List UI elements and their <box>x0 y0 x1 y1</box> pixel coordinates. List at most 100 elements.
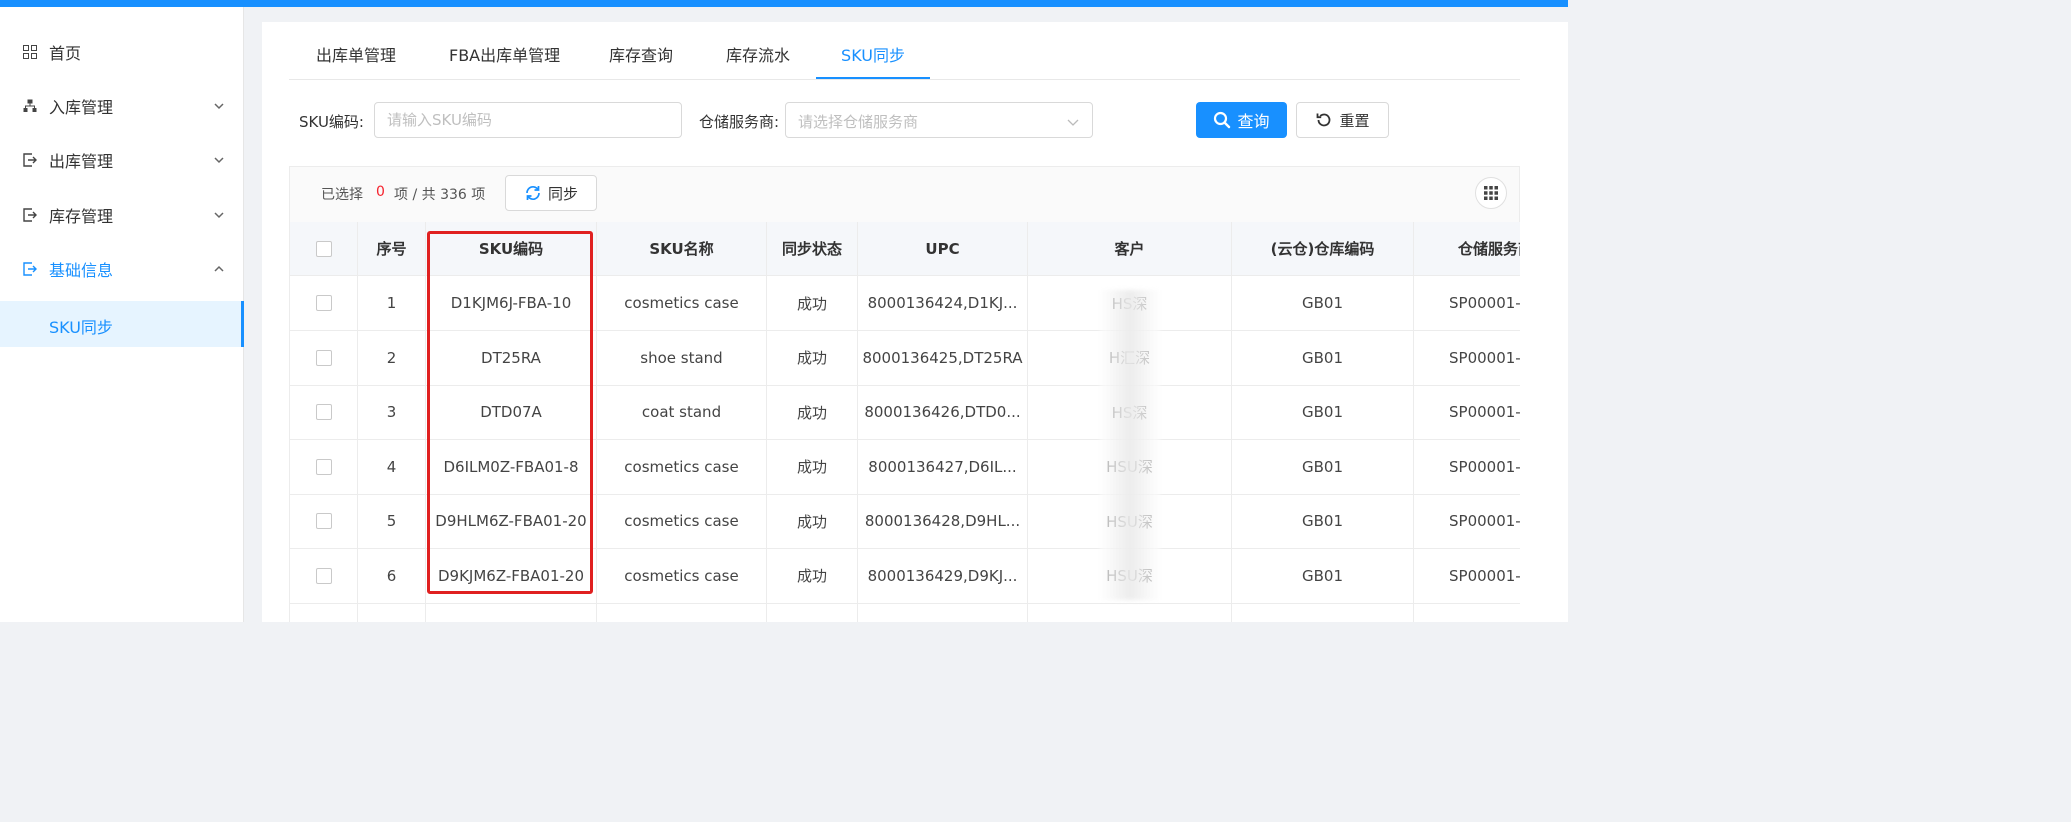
table-cell <box>426 603 597 622</box>
selection-total: 项 / 共 336 项 <box>394 187 486 203</box>
table-row[interactable]: 4 D6ILM0Z-FBA01-8 cosmetics case 成功 80001364… <box>289 439 1520 495</box>
table-row[interactable]: 1 D1KJM6J-FBA-10 cosmetics case 成功 800013642… <box>289 276 1520 331</box>
cell-sync-status: 成功 <box>767 276 858 330</box>
row-checkbox[interactable] <box>315 458 332 475</box>
row-checkbox[interactable] <box>315 404 332 420</box>
tab-sku-sync[interactable]: SKU同步 <box>816 34 930 79</box>
sidebar-subitem-sku-sync[interactable]: SKU同步 <box>0 301 244 347</box>
row-checkbox[interactable] <box>315 295 332 311</box>
chevron-up-icon <box>214 265 224 272</box>
column-settings-button[interactable] <box>1475 177 1507 209</box>
sync-button-label: 同步 <box>547 185 578 203</box>
cell-provider: SP00001-(...) <box>1414 385 1520 439</box>
header-warehouse-code: (云仓)仓库编码 <box>1232 222 1414 275</box>
row-select-cell <box>289 603 358 622</box>
cell-sku-name: shoe stand <box>597 330 767 385</box>
row-checkbox[interactable] <box>315 349 332 366</box>
table-cell <box>767 603 858 622</box>
cell-upc: 8000136427,D6IL... <box>858 439 1028 494</box>
tab-inventory-flow[interactable]: 库存流水 <box>726 34 790 79</box>
cell-sync-status: 成功 <box>767 548 858 603</box>
cell-sku-name: coat stand <box>597 385 767 439</box>
sidebar-item-inbound[interactable]: 入库管理 <box>0 79 243 133</box>
sidebar-item-basic-info[interactable]: 基础信息 <box>0 242 243 296</box>
sidebar-item-outbound[interactable]: 出库管理 <box>0 133 243 187</box>
top-accent-bar <box>0 0 1568 7</box>
cell-index: 5 <box>358 494 426 548</box>
cell-upc: 8000136428,D9HL... <box>858 494 1028 548</box>
header-sku-code: SKU编码 <box>426 222 597 275</box>
cell-sku-name: cosmetics case <box>597 439 767 494</box>
row-checkbox[interactable] <box>315 513 332 529</box>
cell-upc: 8000136429,D9KJ... <box>858 548 1028 603</box>
sync-button[interactable]: 同步 <box>505 175 597 211</box>
sidebar-item-home[interactable]: 首页 <box>0 25 243 79</box>
table-cell <box>358 603 426 622</box>
query-button-label: 查询 <box>1237 114 1270 131</box>
tab-inventory-query[interactable]: 库存查询 <box>609 34 673 79</box>
tab-fba-outbound-orders[interactable]: FBA出库单管理 <box>449 34 560 79</box>
exit-icon <box>22 152 38 168</box>
table-header-row: 序号 SKU编码 SKU名称 同步状态 UPC 客户 (云仓)仓库编码 仓储服务… <box>289 222 1520 276</box>
sidebar: 首页 入库管理 出库管理 库存管理 基础信息 SKU同步 <box>0 7 244 622</box>
header-upc: UPC <box>858 222 1028 275</box>
selection-count: 0 <box>376 184 385 200</box>
select-all-checkbox[interactable] <box>315 240 332 257</box>
cell-warehouse-code: GB01 <box>1232 330 1414 385</box>
table-row[interactable]: 2DT25RAshoe stand成功8000136425,DT25RAH汇深G… <box>289 330 1520 386</box>
sidebar-item-inventory[interactable]: 库存管理 <box>0 188 243 242</box>
cell-provider: SP00001-(...) <box>1414 549 1520 603</box>
cell-index: 1 <box>358 276 426 330</box>
cell-sku-code: D9KJM6Z-FBA01-20 <box>426 548 597 603</box>
table-cell <box>1414 603 1520 622</box>
table-row[interactable]: 6 D9KJM6Z-FBA01-20 cosmetics case 成功 8000136… <box>289 548 1520 604</box>
cell-warehouse-code: GB01 <box>1232 276 1414 330</box>
table-cell <box>597 603 767 622</box>
cell-sync-status: 成功 <box>767 439 858 494</box>
sidebar-item-label: 入库管理 <box>49 98 114 117</box>
row-select-cell <box>289 276 358 330</box>
provider-label: 仓储服务商: <box>699 113 780 131</box>
sidebar-item-label: 首页 <box>49 44 82 63</box>
row-select-cell <box>289 330 358 385</box>
cell-sync-status: 成功 <box>767 330 858 385</box>
cell-warehouse-code: GB01 <box>1232 548 1414 603</box>
sku-table: 序号 SKU编码 SKU名称 同步状态 UPC 客户 (云仓)仓库编码 仓储服务… <box>289 222 1520 622</box>
cell-warehouse-code: GB01 <box>1232 385 1414 439</box>
cell-sync-status: 成功 <box>767 385 858 439</box>
cell-provider: SP00001-(...) <box>1414 440 1520 494</box>
table-row[interactable] <box>289 603 1520 622</box>
header-sync-status: 同步状态 <box>767 222 858 275</box>
sitemap-icon <box>22 98 38 114</box>
cell-warehouse-code: GB01 <box>1232 439 1414 494</box>
table-cell <box>858 603 1028 622</box>
row-select-cell <box>289 385 358 439</box>
table-row[interactable]: 5 D9HLM6Z-FBA01-20 cosmetics case 成功 8000136… <box>289 494 1520 549</box>
table-row[interactable]: 3DTD07Acoat stand成功8000136426,DTD0...HS深… <box>289 385 1520 440</box>
cell-index: 4 <box>358 439 426 494</box>
reload-icon <box>1317 113 1331 127</box>
header-customer: 客户 <box>1028 222 1232 275</box>
sku-code-input[interactable] <box>374 102 682 138</box>
cell-upc: 8000136426,DTD0... <box>858 385 1028 439</box>
grid-icon <box>22 44 38 60</box>
row-checkbox[interactable] <box>315 567 332 584</box>
cell-index: 2 <box>358 330 426 385</box>
provider-select[interactable]: 请选择仓储服务商 <box>785 102 1093 138</box>
query-button[interactable]: 查询 <box>1196 102 1287 138</box>
row-select-cell <box>289 548 358 603</box>
tab-outbound-orders[interactable]: 出库单管理 <box>316 34 396 79</box>
tab-bar: 出库单管理 FBA出库单管理 库存查询 库存流水 SKU同步 <box>289 34 1520 80</box>
cell-sku-code: DT25RA <box>426 330 597 385</box>
reset-button-label: 重置 <box>1339 112 1370 130</box>
sidebar-item-label: 基础信息 <box>49 261 114 280</box>
sidebar-item-label: 出库管理 <box>49 152 114 171</box>
cell-sku-name: cosmetics case <box>597 494 767 548</box>
cell-sku-code: D9HLM6Z-FBA01-20 <box>426 494 597 548</box>
reset-button[interactable]: 重置 <box>1296 102 1389 138</box>
cell-index: 6 <box>358 548 426 603</box>
row-select-cell <box>289 439 358 494</box>
table-cell <box>1028 603 1232 622</box>
cell-sync-status: 成功 <box>767 494 858 548</box>
cell-sku-name: cosmetics case <box>597 548 767 603</box>
